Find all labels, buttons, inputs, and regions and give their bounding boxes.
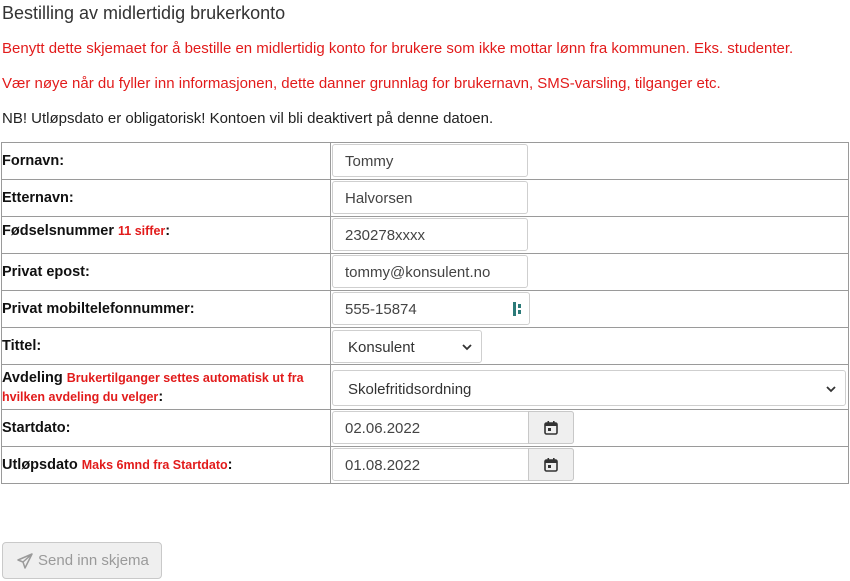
fornavn-input[interactable]: Tommy <box>332 144 528 177</box>
tittel-select[interactable]: Konsulent <box>332 330 482 363</box>
form-row-etternavn: Etternavn: Halvorsen <box>1 179 849 217</box>
avdeling-select[interactable]: Skolefritidsordning <box>332 370 846 406</box>
submit-button-label: Send inn skjema <box>38 552 149 569</box>
etternavn-label: Etternavn: <box>2 190 74 206</box>
avdeling-label: Avdeling Brukertilganger settes automati… <box>2 370 304 405</box>
fornavn-label: Fornavn: <box>2 153 65 169</box>
etternavn-input[interactable]: Halvorsen <box>332 181 528 214</box>
submit-button[interactable]: Send inn skjema <box>2 542 162 579</box>
mobil-label: Privat mobiltelefonnummer: <box>2 301 195 317</box>
startdato-calendar-button[interactable] <box>528 411 574 444</box>
fodselsnummer-label: Fødselsnummer 11 siffer: <box>2 223 171 239</box>
startdato-input[interactable]: 02.06.2022 <box>332 411 574 444</box>
tittel-label: Tittel: <box>2 338 42 354</box>
chevron-down-icon <box>826 386 836 393</box>
info-text-purpose: Benytt dette skjemaet for å bestille en … <box>2 40 794 57</box>
epost-input[interactable]: tommy@konsulent.no <box>332 255 528 288</box>
fodselsnummer-hint: 11 siffer <box>118 224 166 238</box>
calendar-icon <box>544 458 558 472</box>
chevron-down-icon <box>462 344 472 351</box>
page-title: Bestilling av midlertidig brukerkonto <box>2 3 286 23</box>
utlopsdato-label: Utløpsdato Maks 6mnd fra Startdato: <box>2 457 233 473</box>
utlopsdato-calendar-button[interactable] <box>528 448 574 481</box>
account-form-table: Fornavn: Tommy Etternavn: Halvorsen Føds… <box>1 142 849 484</box>
form-row-tittel: Tittel: Konsulent <box>1 327 849 365</box>
mobil-input[interactable]: 555-15874 <box>332 292 530 325</box>
epost-label: Privat epost: <box>2 264 90 280</box>
form-row-mobil: Privat mobiltelefonnummer: 555-15874 <box>1 290 849 328</box>
form-row-fornavn: Fornavn: Tommy <box>1 142 849 180</box>
form-row-epost: Privat epost: tommy@konsulent.no <box>1 253 849 291</box>
startdato-label: Startdato: <box>2 420 71 436</box>
form-row-startdato: Startdato: 02.06.2022 <box>1 409 849 447</box>
form-row-fodselsnummer: Fødselsnummer 11 siffer: 230278xxxx <box>1 216 849 254</box>
info-text-accuracy: Vær nøye når du fyller inn informasjonen… <box>2 75 721 92</box>
paper-plane-icon <box>17 553 33 569</box>
form-row-avdeling: Avdeling Brukertilganger settes automati… <box>1 364 849 410</box>
fodselsnummer-input[interactable]: 230278xxxx <box>332 218 528 251</box>
autofill-icon[interactable] <box>513 302 523 316</box>
info-text-expiry: NB! Utløpsdato er obligatorisk! Kontoen … <box>2 110 494 127</box>
calendar-icon <box>544 421 558 435</box>
utlopsdato-input[interactable]: 01.08.2022 <box>332 448 574 481</box>
form-row-utlopsdato: Utløpsdato Maks 6mnd fra Startdato: 01.0… <box>1 446 849 484</box>
utlopsdato-hint: Maks 6mnd fra Startdato <box>81 458 228 472</box>
